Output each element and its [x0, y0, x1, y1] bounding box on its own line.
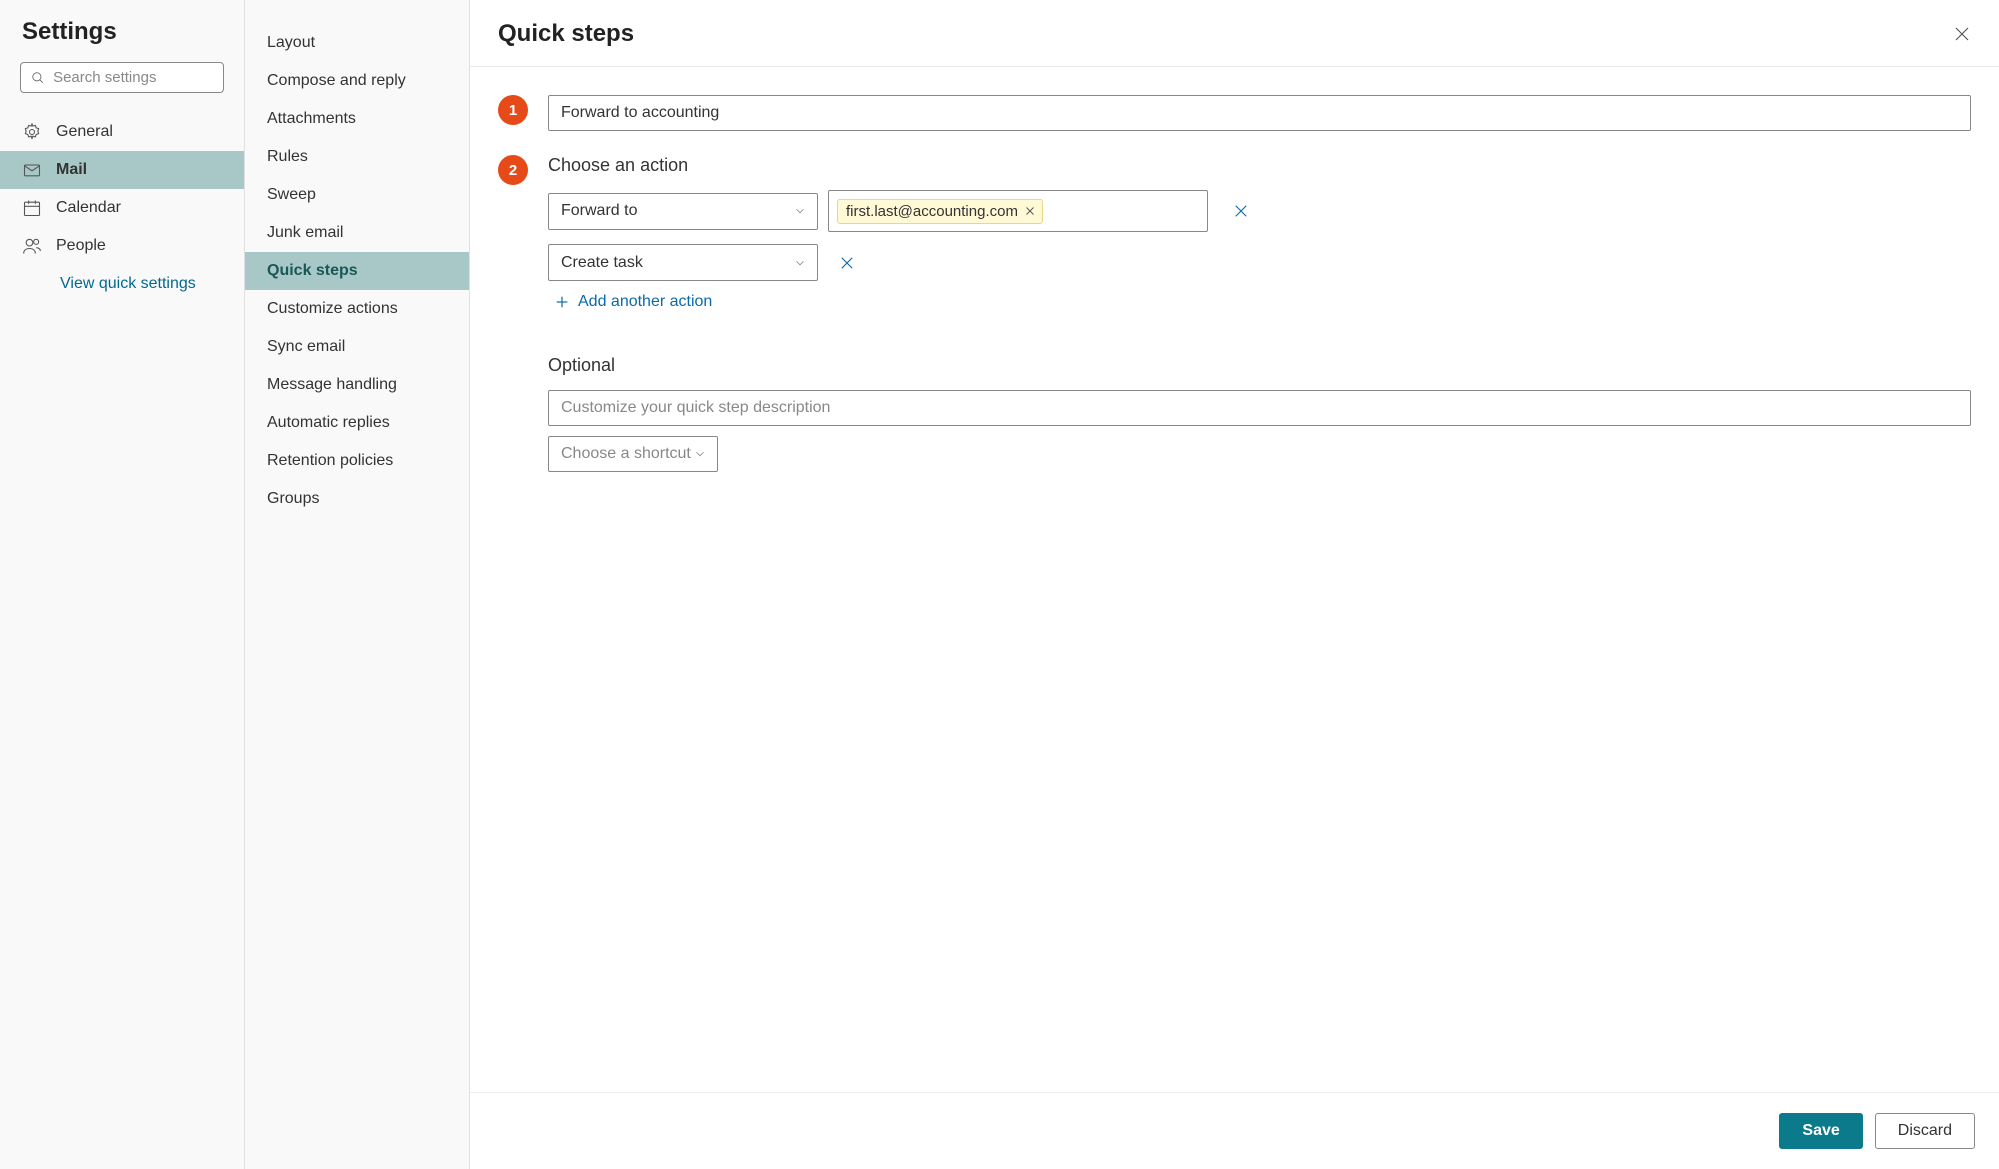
search-settings-input[interactable] — [20, 62, 224, 93]
quickstep-name-input[interactable] — [548, 95, 1971, 131]
add-another-action-link[interactable]: Add another action — [548, 293, 1971, 311]
add-action-label: Add another action — [578, 293, 712, 311]
sub-item-auto-replies[interactable]: Automatic replies — [245, 404, 469, 442]
chip-label: first.last@accounting.com — [846, 203, 1018, 220]
sub-item-message-handling[interactable]: Message handling — [245, 366, 469, 404]
chip-remove-icon[interactable] — [1024, 205, 1036, 217]
sub-item-quick-steps[interactable]: Quick steps — [245, 252, 469, 290]
gear-icon — [22, 122, 42, 142]
nav-label: Mail — [56, 161, 87, 179]
action-row-1: Forward to first.last@accounting.com — [548, 190, 1971, 232]
select-value: Forward to — [561, 202, 637, 220]
remove-action-icon[interactable] — [1232, 202, 1250, 220]
main-panel: Quick steps 1 2 Choose an action Forward… — [470, 0, 1999, 1169]
nav-item-people[interactable]: People — [0, 227, 244, 265]
sub-item-sync-email[interactable]: Sync email — [245, 328, 469, 366]
settings-title: Settings — [0, 18, 244, 62]
nav-item-calendar[interactable]: Calendar — [0, 189, 244, 227]
search-settings-field[interactable] — [53, 69, 213, 86]
calendar-icon — [22, 198, 42, 218]
step-2: 2 Choose an action Forward to first.last… — [498, 155, 1971, 472]
people-icon — [22, 236, 42, 256]
forward-recipient-input[interactable]: first.last@accounting.com — [828, 190, 1208, 232]
remove-action-icon[interactable] — [838, 254, 856, 272]
sub-item-layout[interactable]: Layout — [245, 24, 469, 62]
sub-item-attachments[interactable]: Attachments — [245, 100, 469, 138]
nav-label: People — [56, 237, 106, 255]
settings-sidebar: Settings General Mail Calendar People Vi… — [0, 0, 245, 1169]
nav-item-general[interactable]: General — [0, 113, 244, 151]
search-icon — [31, 70, 45, 86]
page-title: Quick steps — [498, 20, 634, 48]
nav-label: Calendar — [56, 199, 121, 217]
step-number-badge: 2 — [498, 155, 528, 185]
action-select-forward[interactable]: Forward to — [548, 193, 818, 230]
sub-item-rules[interactable]: Rules — [245, 138, 469, 176]
recipient-chip[interactable]: first.last@accounting.com — [837, 199, 1043, 224]
discard-button[interactable]: Discard — [1875, 1113, 1975, 1149]
chevron-down-icon — [693, 447, 707, 461]
chevron-down-icon — [793, 256, 807, 270]
footer-actions: Save Discard — [470, 1092, 1999, 1169]
optional-label: Optional — [548, 355, 1971, 376]
action-row-2: Create task — [548, 244, 1971, 281]
mail-sublist: Layout Compose and reply Attachments Rul… — [245, 0, 470, 1169]
close-icon[interactable] — [1953, 25, 1971, 43]
description-input[interactable] — [548, 390, 1971, 426]
sub-item-sweep[interactable]: Sweep — [245, 176, 469, 214]
select-value: Create task — [561, 254, 643, 272]
view-quick-settings-link[interactable]: View quick settings — [0, 265, 244, 303]
main-header: Quick steps — [470, 0, 1999, 67]
mail-icon — [22, 160, 42, 180]
step-number-badge: 1 — [498, 95, 528, 125]
save-button[interactable]: Save — [1779, 1113, 1862, 1149]
sub-item-customize-actions[interactable]: Customize actions — [245, 290, 469, 328]
plus-icon — [554, 294, 570, 310]
main-body: 1 2 Choose an action Forward to first.la… — [470, 67, 1999, 1092]
settings-nav: General Mail Calendar People View quick … — [0, 113, 244, 303]
sub-item-groups[interactable]: Groups — [245, 480, 469, 518]
optional-section: Optional Choose a shortcut — [548, 355, 1971, 472]
action-select-create-task[interactable]: Create task — [548, 244, 818, 281]
chevron-down-icon — [793, 204, 807, 218]
sub-item-retention[interactable]: Retention policies — [245, 442, 469, 480]
step-1: 1 — [498, 95, 1971, 131]
sub-item-junk[interactable]: Junk email — [245, 214, 469, 252]
sub-item-compose[interactable]: Compose and reply — [245, 62, 469, 100]
nav-item-mail[interactable]: Mail — [0, 151, 244, 189]
choose-action-label: Choose an action — [548, 155, 1971, 176]
nav-label: General — [56, 123, 113, 141]
shortcut-placeholder: Choose a shortcut — [561, 445, 691, 463]
shortcut-select[interactable]: Choose a shortcut — [548, 436, 718, 472]
